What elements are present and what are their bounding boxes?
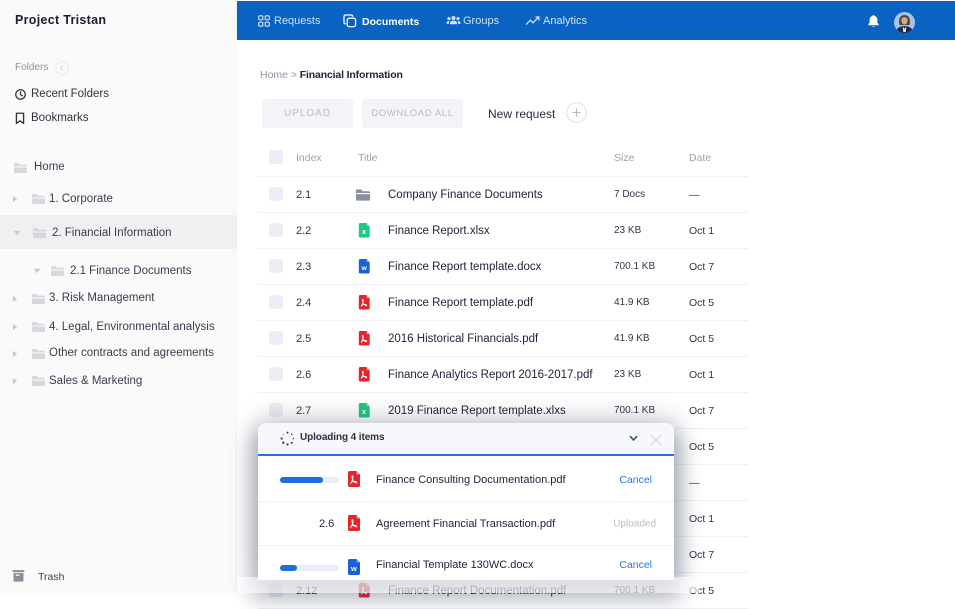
svg-text:x: x <box>361 227 366 236</box>
svg-text:x: x <box>361 407 366 416</box>
svg-text:w: w <box>360 265 367 272</box>
svg-text:w: w <box>350 564 357 573</box>
